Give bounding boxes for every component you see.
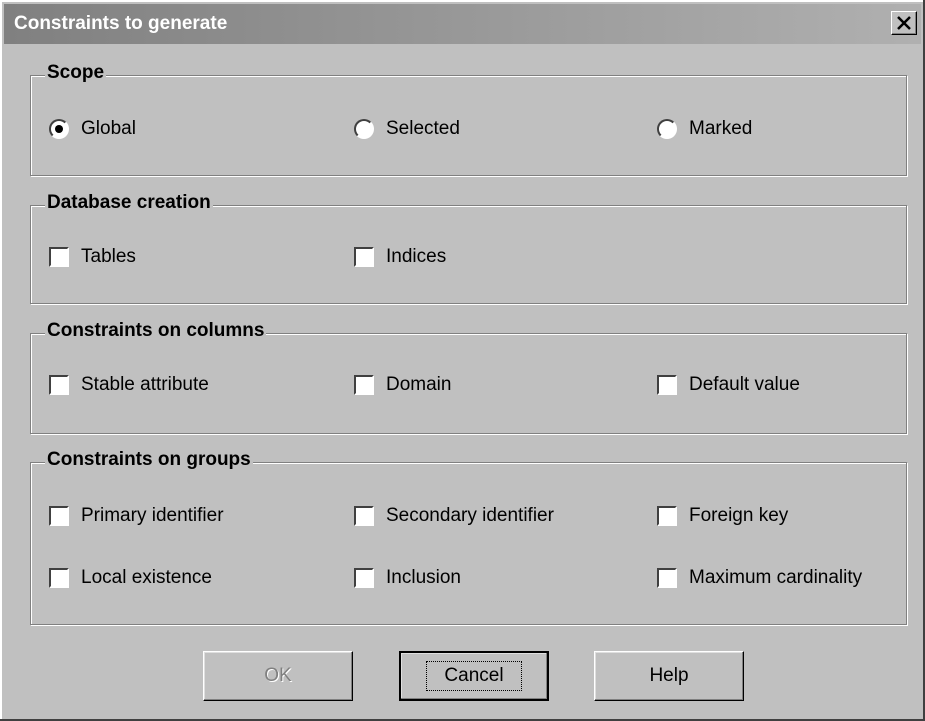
checkbox-default-value[interactable]: Default value <box>657 374 800 396</box>
checkbox-secondary-identifier-box[interactable] <box>354 506 374 526</box>
title-bar: Constraints to generate <box>4 4 921 44</box>
scope-group: Scope <box>30 62 907 176</box>
checkbox-default-value-box[interactable] <box>657 375 677 395</box>
radio-selected[interactable]: Selected <box>354 118 460 140</box>
groups-legend: Constraints on groups <box>45 449 253 471</box>
ok-button-label: OK <box>264 665 292 686</box>
checkbox-foreign-key-box[interactable] <box>657 506 677 526</box>
scope-legend: Scope <box>45 62 107 84</box>
checkbox-indices-label: Indices <box>386 246 447 267</box>
database-creation-group: Database creation <box>30 192 907 304</box>
help-button[interactable]: Help <box>594 651 744 701</box>
checkbox-domain-label: Domain <box>386 374 452 395</box>
checkbox-tables[interactable]: Tables <box>49 246 136 268</box>
checkbox-foreign-key[interactable]: Foreign key <box>657 505 788 527</box>
help-button-label: Help <box>649 665 689 686</box>
radio-selected-button[interactable] <box>354 119 374 139</box>
radio-marked[interactable]: Marked <box>657 118 752 140</box>
database-creation-legend: Database creation <box>45 192 213 214</box>
checkbox-inclusion[interactable]: Inclusion <box>354 567 461 589</box>
checkbox-primary-identifier[interactable]: Primary identifier <box>49 505 224 527</box>
checkbox-stable-attribute-label: Stable attribute <box>81 374 209 395</box>
radio-global-button[interactable] <box>49 119 69 139</box>
groups-group: Constraints on groups <box>30 449 907 625</box>
radio-global-label: Global <box>81 118 136 139</box>
cancel-button-label: Cancel <box>426 661 522 691</box>
radio-selected-label: Selected <box>386 118 460 139</box>
checkbox-local-existence-label: Local existence <box>81 567 212 588</box>
ok-button[interactable]: OK <box>203 651 353 701</box>
checkbox-secondary-identifier[interactable]: Secondary identifier <box>354 505 554 527</box>
radio-global[interactable]: Global <box>49 118 136 140</box>
radio-marked-label: Marked <box>689 118 753 139</box>
window-title: Constraints to generate <box>14 13 228 34</box>
checkbox-indices[interactable]: Indices <box>354 246 446 268</box>
checkbox-primary-identifier-box[interactable] <box>49 506 69 526</box>
checkbox-tables-box[interactable] <box>49 247 69 267</box>
checkbox-default-value-label: Default value <box>689 374 800 395</box>
constraints-dialog: Constraints to generate Scope Global Sel… <box>0 0 925 721</box>
checkbox-primary-identifier-label: Primary identifier <box>81 505 224 526</box>
checkbox-stable-attribute[interactable]: Stable attribute <box>49 374 209 396</box>
checkbox-inclusion-box[interactable] <box>354 568 374 588</box>
checkbox-secondary-identifier-label: Secondary identifier <box>386 505 554 526</box>
checkbox-maximum-cardinality-label: Maximum cardinality <box>689 567 863 588</box>
checkbox-stable-attribute-box[interactable] <box>49 375 69 395</box>
checkbox-foreign-key-label: Foreign key <box>689 505 789 526</box>
checkbox-domain[interactable]: Domain <box>354 374 451 396</box>
checkbox-inclusion-label: Inclusion <box>386 567 461 588</box>
checkbox-indices-box[interactable] <box>354 247 374 267</box>
columns-legend: Constraints on columns <box>45 320 267 342</box>
close-icon <box>897 16 911 30</box>
checkbox-tables-label: Tables <box>81 246 136 267</box>
radio-marked-button[interactable] <box>657 119 677 139</box>
cancel-button[interactable]: Cancel <box>399 651 549 701</box>
checkbox-local-existence-box[interactable] <box>49 568 69 588</box>
checkbox-maximum-cardinality-box[interactable] <box>657 568 677 588</box>
checkbox-local-existence[interactable]: Local existence <box>49 567 212 589</box>
checkbox-domain-box[interactable] <box>354 375 374 395</box>
checkbox-maximum-cardinality[interactable]: Maximum cardinality <box>657 567 862 589</box>
close-button[interactable] <box>891 11 917 35</box>
